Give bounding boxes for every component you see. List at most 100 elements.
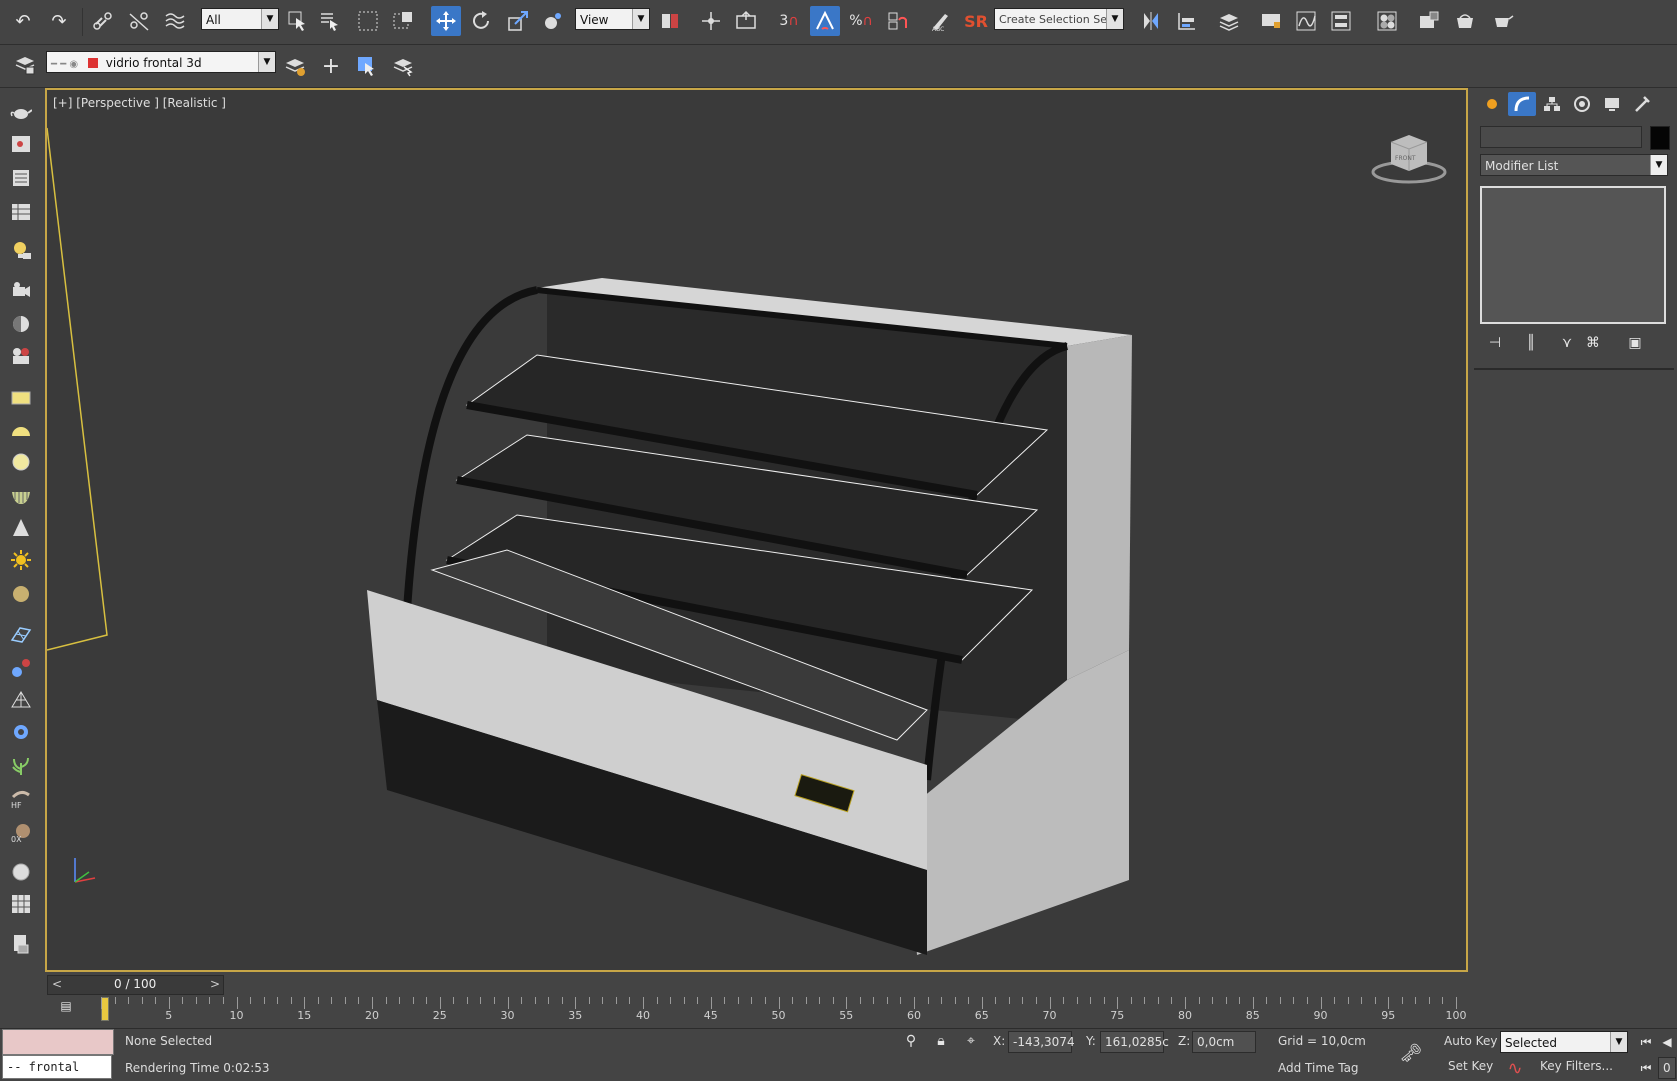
keyboard-shortcut-toggle-icon[interactable] xyxy=(731,6,761,36)
cone-icon[interactable] xyxy=(6,514,36,542)
motion-tab-icon[interactable] xyxy=(1568,92,1596,116)
make-unique-icon[interactable]: ⋎ xyxy=(1554,332,1580,354)
current-frame-field[interactable]: 0 xyxy=(1658,1057,1676,1079)
scale-icon[interactable] xyxy=(503,6,533,36)
light-bulb-icon[interactable] xyxy=(6,236,36,264)
image-icon[interactable] xyxy=(6,130,36,158)
z-coordinate-field[interactable]: 0,0cm xyxy=(1192,1031,1256,1053)
time-slider-prev[interactable]: < xyxy=(52,977,62,991)
render-setup-icon[interactable] xyxy=(1414,6,1444,36)
create-tab-icon[interactable] xyxy=(1478,92,1506,116)
perspective-viewport[interactable]: [+] [Perspective ] [Realistic ] FRONT xyxy=(45,88,1468,972)
align-icon[interactable] xyxy=(1172,6,1202,36)
remove-modifier-icon[interactable]: ⌘ xyxy=(1580,332,1606,354)
configure-modifier-sets-icon[interactable]: ▣ xyxy=(1622,332,1648,354)
lock-selection-icon[interactable]: 🔒︎ xyxy=(930,1029,952,1053)
curve-editor-icon[interactable] xyxy=(1291,6,1321,36)
angle-snap-icon[interactable] xyxy=(810,6,840,36)
reference-coord-dropdown[interactable]: View ▼ xyxy=(575,8,650,30)
sphere-icon[interactable] xyxy=(6,448,36,476)
teapot-icon[interactable] xyxy=(6,98,36,126)
spinner-snap-icon[interactable] xyxy=(882,6,912,36)
object-name-field[interactable] xyxy=(1480,126,1642,148)
mirror-icon[interactable] xyxy=(1136,6,1166,36)
grid-pattern-icon[interactable] xyxy=(6,620,36,648)
time-slider-next[interactable]: > xyxy=(210,977,220,991)
wire-mesh-icon[interactable] xyxy=(6,686,36,714)
move-icon[interactable] xyxy=(431,6,461,36)
auto-key-button[interactable]: Auto Key xyxy=(1444,1034,1497,1048)
layer-manager-icon[interactable] xyxy=(10,50,40,80)
add-time-tag[interactable]: Add Time Tag xyxy=(1278,1061,1359,1075)
sphere-shell-icon[interactable] xyxy=(6,310,36,338)
add-to-layer-icon[interactable]: + xyxy=(316,51,346,81)
document-icon[interactable] xyxy=(6,930,36,958)
camera-icon[interactable] xyxy=(6,276,36,304)
hierarchy-tab-icon[interactable] xyxy=(1538,92,1566,116)
unlink-icon[interactable] xyxy=(124,6,154,36)
link-icon[interactable] xyxy=(88,6,118,36)
previous-key-icon[interactable]: ⏮ xyxy=(1636,1057,1656,1079)
viewcube[interactable]: FRONT xyxy=(1369,130,1447,184)
rendered-frame-window-icon[interactable] xyxy=(1450,6,1480,36)
go-to-start-icon[interactable]: ⏮ xyxy=(1636,1031,1656,1053)
show-end-result-icon[interactable]: ║ xyxy=(1518,332,1544,354)
render-production-icon[interactable] xyxy=(1488,6,1518,36)
place-icon[interactable] xyxy=(538,6,568,36)
absolute-mode-icon[interactable]: ⌖ xyxy=(960,1029,982,1053)
undo-icon[interactable]: ↶ xyxy=(8,6,38,36)
rect-selection-icon[interactable] xyxy=(353,6,383,36)
isolate-selection-icon[interactable]: ⚲ xyxy=(900,1029,922,1053)
bowl-icon[interactable] xyxy=(6,482,36,510)
bind-space-warp-icon[interactable] xyxy=(160,6,190,36)
current-layer-dropdown[interactable]: ━ ━ ◉ vidrio frontal 3d ▼ xyxy=(46,51,276,73)
key-filters-button[interactable]: Key Filters... xyxy=(1540,1059,1613,1073)
previous-frame-icon[interactable]: ◀ xyxy=(1658,1031,1676,1053)
srcolor-icon[interactable]: SR xyxy=(961,6,991,36)
select-manipulate-icon[interactable] xyxy=(696,6,726,36)
redo-icon[interactable]: ↷ xyxy=(44,6,74,36)
modifier-stack[interactable] xyxy=(1480,186,1666,324)
time-slider-handle[interactable] xyxy=(101,997,109,1021)
named-selection-dropdown[interactable]: Create Selection Se ▼ xyxy=(994,8,1124,30)
key-mode-dropdown[interactable]: Selected ▼ xyxy=(1500,1031,1628,1053)
toggle-ribbon-icon[interactable] xyxy=(1256,6,1286,36)
particle-icon[interactable] xyxy=(6,654,36,682)
hemisphere-icon[interactable] xyxy=(6,416,36,444)
modify-tab-icon[interactable] xyxy=(1508,92,1536,116)
scene-explorer-icon[interactable] xyxy=(6,890,36,918)
create-layer-icon[interactable] xyxy=(280,51,310,81)
selection-filter-dropdown[interactable]: All ▼ xyxy=(201,8,279,30)
layer-explorer-icon[interactable] xyxy=(1214,6,1244,36)
select-object-icon[interactable] xyxy=(283,6,313,36)
modifier-list-dropdown[interactable]: Modifier List ▼ xyxy=(1480,154,1668,176)
display-tab-icon[interactable] xyxy=(1598,92,1626,116)
rotate-icon[interactable] xyxy=(466,6,496,36)
y-coordinate-field[interactable]: 161,0285c xyxy=(1100,1031,1169,1053)
sphere-gold-icon[interactable] xyxy=(6,580,36,608)
edit-named-selection-icon[interactable]: ABC xyxy=(925,6,955,36)
window-crossing-icon[interactable] xyxy=(388,6,418,36)
schematic-view-icon[interactable] xyxy=(1326,6,1356,36)
set-current-layer-icon[interactable] xyxy=(388,51,418,81)
utilities-tab-icon[interactable] xyxy=(1628,92,1656,116)
list-icon[interactable] xyxy=(6,164,36,192)
plant-icon[interactable] xyxy=(6,752,36,780)
hair-fur-icon[interactable]: HF xyxy=(6,784,36,812)
environment-sphere-icon[interactable] xyxy=(6,858,36,886)
set-key-icon[interactable]: 🗝︎ xyxy=(1396,1041,1426,1065)
maxscript-listener-pink[interactable] xyxy=(2,1029,114,1055)
table-icon[interactable] xyxy=(6,198,36,226)
film-camera-icon[interactable] xyxy=(6,342,36,370)
material-editor-icon[interactable] xyxy=(1372,6,1402,36)
set-key-button[interactable]: Set Key xyxy=(1448,1059,1493,1073)
x-coordinate-field[interactable]: -143,3074 xyxy=(1008,1031,1075,1053)
cloth-icon[interactable]: 0X xyxy=(6,818,36,846)
mini-curve-editor-icon[interactable]: ▤ xyxy=(53,995,79,1017)
pin-stack-icon[interactable]: ⊣ xyxy=(1482,332,1508,354)
pivot-center-icon[interactable] xyxy=(655,6,685,36)
gear-icon[interactable] xyxy=(6,718,36,746)
select-by-name-icon[interactable] xyxy=(315,6,345,36)
plane-icon[interactable] xyxy=(6,384,36,412)
snap-toggle-icon[interactable]: 3 ∩ xyxy=(774,6,804,36)
